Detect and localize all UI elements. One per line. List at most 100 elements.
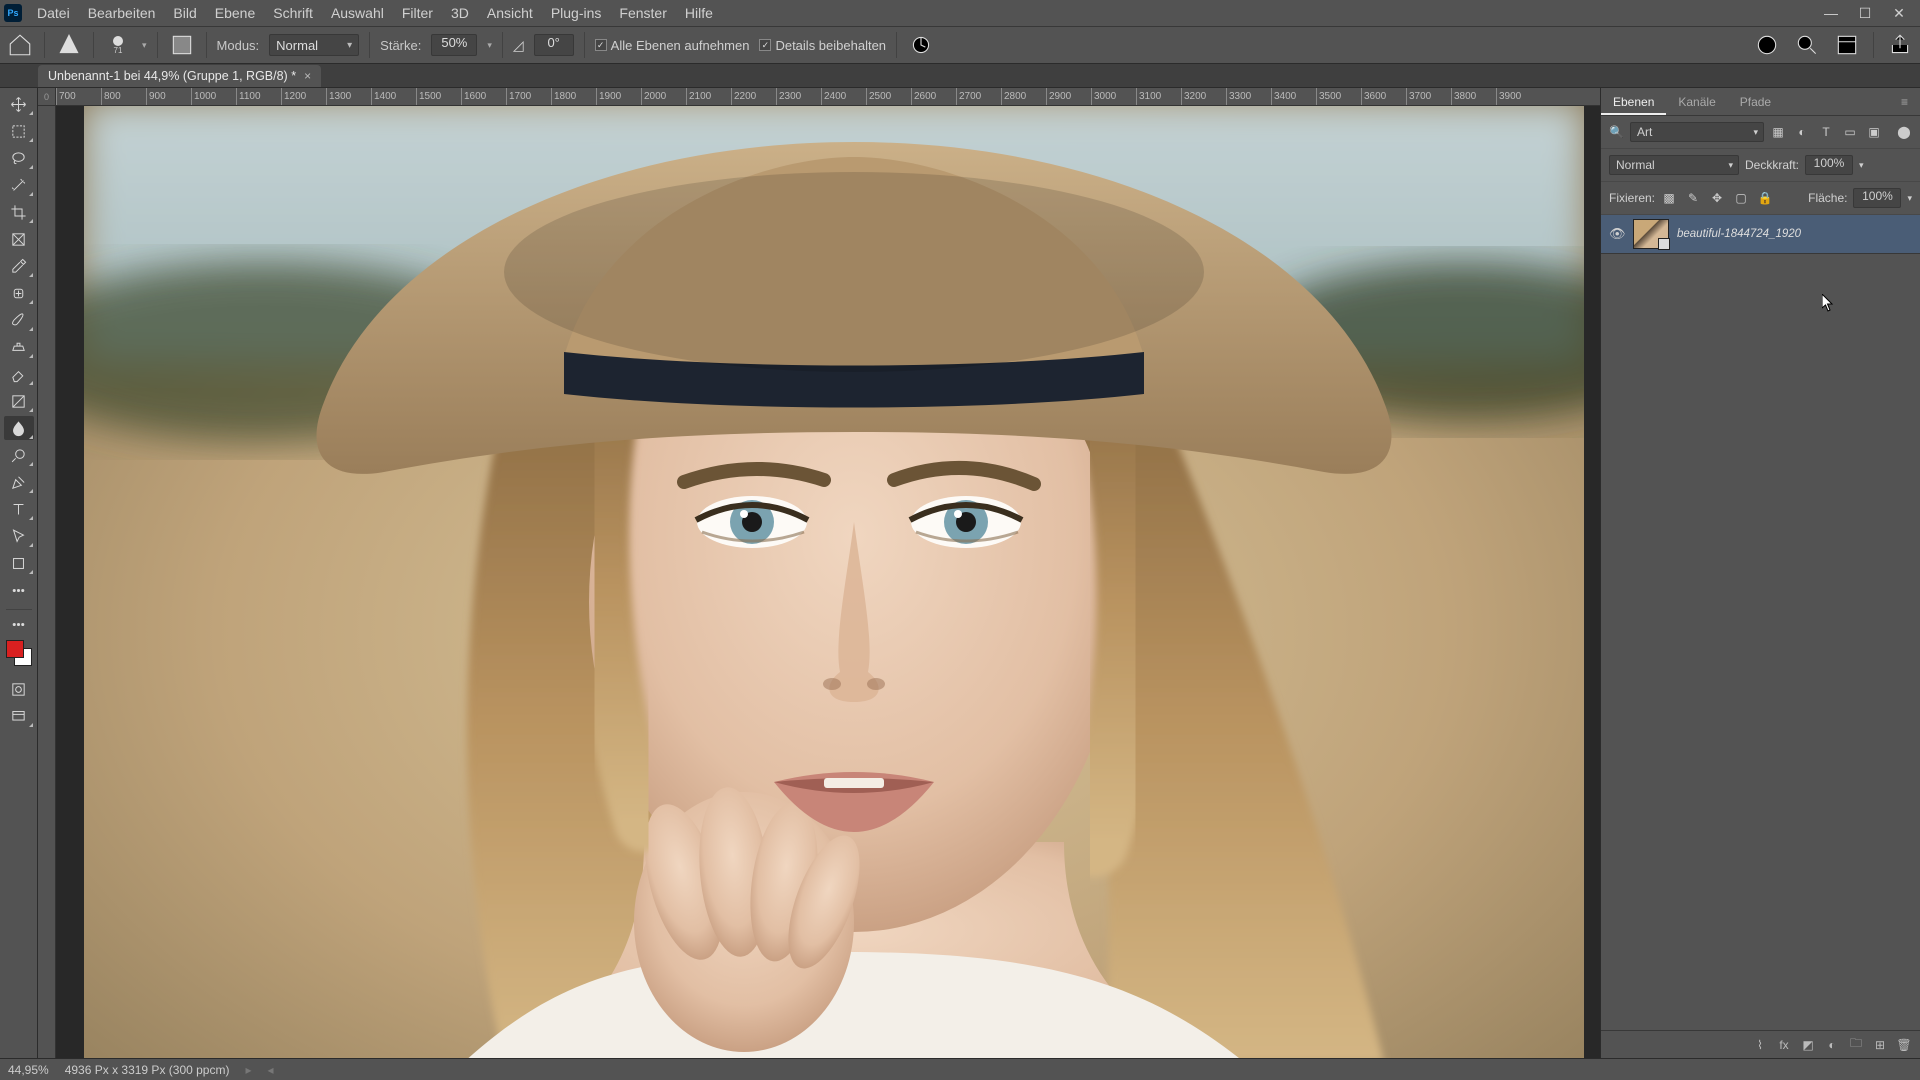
lasso-tool[interactable]: [4, 146, 34, 170]
brush-preset-icon[interactable]: 71: [104, 31, 132, 59]
sample-all-layers-checkbox[interactable]: ✓Alle Ebenen aufnehmen: [595, 38, 750, 53]
document-tab[interactable]: Unbenannt-1 bei 44,9% (Gruppe 1, RGB/8) …: [38, 65, 321, 87]
layer-mask-icon[interactable]: ◩: [1800, 1037, 1816, 1053]
move-tool[interactable]: [4, 92, 34, 116]
magic-wand-tool[interactable]: [4, 173, 34, 197]
strength-input[interactable]: 50%: [431, 34, 477, 56]
brush-tool[interactable]: [4, 308, 34, 332]
pressure-icon[interactable]: [907, 31, 935, 59]
crop-tool[interactable]: [4, 200, 34, 224]
filter-smart-icon[interactable]: ▣: [1866, 124, 1882, 140]
lock-position-icon[interactable]: ✥: [1709, 190, 1725, 206]
new-layer-icon[interactable]: ⊞: [1872, 1037, 1888, 1053]
menu-fenster[interactable]: Fenster: [610, 0, 675, 26]
blur-tool[interactable]: [4, 416, 34, 440]
angle-input[interactable]: 0°: [534, 34, 574, 56]
ruler-origin[interactable]: 0: [38, 88, 56, 106]
more-tools[interactable]: [4, 578, 34, 602]
panel-menu-icon[interactable]: ≡: [1889, 88, 1920, 115]
tab-pfade[interactable]: Pfade: [1728, 88, 1783, 115]
brush-settings-icon[interactable]: [168, 31, 196, 59]
cloud-docs-icon[interactable]: [1753, 31, 1781, 59]
healing-brush-tool[interactable]: [4, 281, 34, 305]
fill-input[interactable]: 100%: [1853, 188, 1901, 208]
menu-datei[interactable]: Datei: [28, 0, 79, 26]
search-icon[interactable]: [1793, 31, 1821, 59]
mode-select[interactable]: Normal: [269, 34, 359, 56]
ruler-tick: 3800: [1451, 88, 1496, 105]
document-canvas[interactable]: [56, 106, 1600, 1058]
adjustment-layer-icon[interactable]: ◐: [1824, 1037, 1840, 1053]
foreground-color-swatch[interactable]: [6, 640, 24, 658]
layer-visibility-icon[interactable]: 👁: [1609, 226, 1625, 242]
tab-kanaele[interactable]: Kanäle: [1666, 88, 1727, 115]
link-layers-icon[interactable]: ⌇: [1752, 1037, 1768, 1053]
dodge-tool[interactable]: [4, 443, 34, 467]
angle-icon[interactable]: ◿: [513, 37, 524, 54]
menu-bild[interactable]: Bild: [164, 0, 205, 26]
blend-mode-select[interactable]: Normal: [1609, 155, 1739, 175]
home-icon[interactable]: [6, 31, 34, 59]
layer-fx-icon[interactable]: fx: [1776, 1037, 1792, 1053]
lock-artboard-icon[interactable]: ▢: [1733, 190, 1749, 206]
ruler-tick: 2200: [731, 88, 776, 105]
fill-label: Fläche:: [1808, 191, 1847, 205]
filter-adjust-icon[interactable]: ◐: [1794, 124, 1810, 140]
type-tool[interactable]: [4, 497, 34, 521]
pen-tool[interactable]: [4, 470, 34, 494]
layer-group-icon[interactable]: 🗀: [1848, 1037, 1864, 1053]
menu-auswahl[interactable]: Auswahl: [322, 0, 393, 26]
eraser-tool[interactable]: [4, 362, 34, 386]
window-close-button[interactable]: ✕: [1882, 0, 1916, 26]
vertical-ruler[interactable]: [38, 106, 56, 1058]
document-dimensions[interactable]: 4936 Px x 3319 Px (300 ppcm): [65, 1063, 230, 1077]
status-disclosure-icon[interactable]: ▸: [245, 1063, 251, 1077]
filter-type-icon[interactable]: T: [1818, 124, 1834, 140]
frame-tool[interactable]: [4, 227, 34, 251]
layer-filter-select[interactable]: Art: [1630, 122, 1764, 142]
menu-schrift[interactable]: Schrift: [264, 0, 322, 26]
layer-thumbnail[interactable]: [1633, 219, 1669, 249]
close-tab-icon[interactable]: ×: [304, 69, 311, 83]
menu-bearbeiten[interactable]: Bearbeiten: [79, 0, 165, 26]
tool-preset-icon[interactable]: [55, 31, 83, 59]
tab-ebenen[interactable]: Ebenen: [1601, 88, 1666, 115]
menu-filter[interactable]: Filter: [393, 0, 442, 26]
zoom-level[interactable]: 44,95%: [8, 1063, 49, 1077]
edit-toolbar[interactable]: [4, 617, 34, 631]
workspace-icon[interactable]: [1833, 31, 1861, 59]
filter-pixel-icon[interactable]: ▦: [1770, 124, 1786, 140]
eyedropper-tool[interactable]: [4, 254, 34, 278]
color-swatches[interactable]: [6, 640, 32, 666]
menu-ebene[interactable]: Ebene: [206, 0, 264, 26]
quick-mask-tool[interactable]: [4, 677, 34, 701]
horizontal-ruler[interactable]: 7008009001000110012001300140015001600170…: [56, 88, 1600, 106]
protect-details-checkbox[interactable]: ✓Details beibehalten: [759, 38, 886, 53]
shape-tool[interactable]: [4, 551, 34, 575]
ruler-tick: 2500: [866, 88, 911, 105]
window-restore-button[interactable]: ☐: [1848, 0, 1882, 26]
screen-mode-tool[interactable]: [4, 704, 34, 728]
window-minimize-button[interactable]: —: [1814, 0, 1848, 26]
layer-item[interactable]: 👁 beautiful-1844724_1920: [1601, 215, 1920, 254]
menu-3d[interactable]: 3D: [442, 0, 478, 26]
path-selection-tool[interactable]: [4, 524, 34, 548]
menu-hilfe[interactable]: Hilfe: [676, 0, 722, 26]
ruler-tick: 3000: [1091, 88, 1136, 105]
clone-stamp-tool[interactable]: [4, 335, 34, 359]
opacity-input[interactable]: 100%: [1805, 155, 1853, 175]
lock-transparent-icon[interactable]: ▩: [1661, 190, 1677, 206]
share-icon[interactable]: [1886, 31, 1914, 59]
ruler-tick: 1800: [551, 88, 596, 105]
gradient-tool[interactable]: [4, 389, 34, 413]
delete-layer-icon[interactable]: 🗑: [1896, 1037, 1912, 1053]
menu-plugins[interactable]: Plug-ins: [542, 0, 611, 26]
layer-name[interactable]: beautiful-1844724_1920: [1677, 228, 1801, 240]
lock-all-icon[interactable]: 🔒: [1757, 190, 1773, 206]
layers-panel-footer: ⌇ fx ◩ ◐ 🗀 ⊞ 🗑: [1601, 1030, 1920, 1058]
filter-toggle-icon[interactable]: ⬤: [1896, 124, 1912, 140]
lock-paint-icon[interactable]: ✎: [1685, 190, 1701, 206]
marquee-tool[interactable]: [4, 119, 34, 143]
menu-ansicht[interactable]: Ansicht: [478, 0, 542, 26]
filter-shape-icon[interactable]: ▭: [1842, 124, 1858, 140]
